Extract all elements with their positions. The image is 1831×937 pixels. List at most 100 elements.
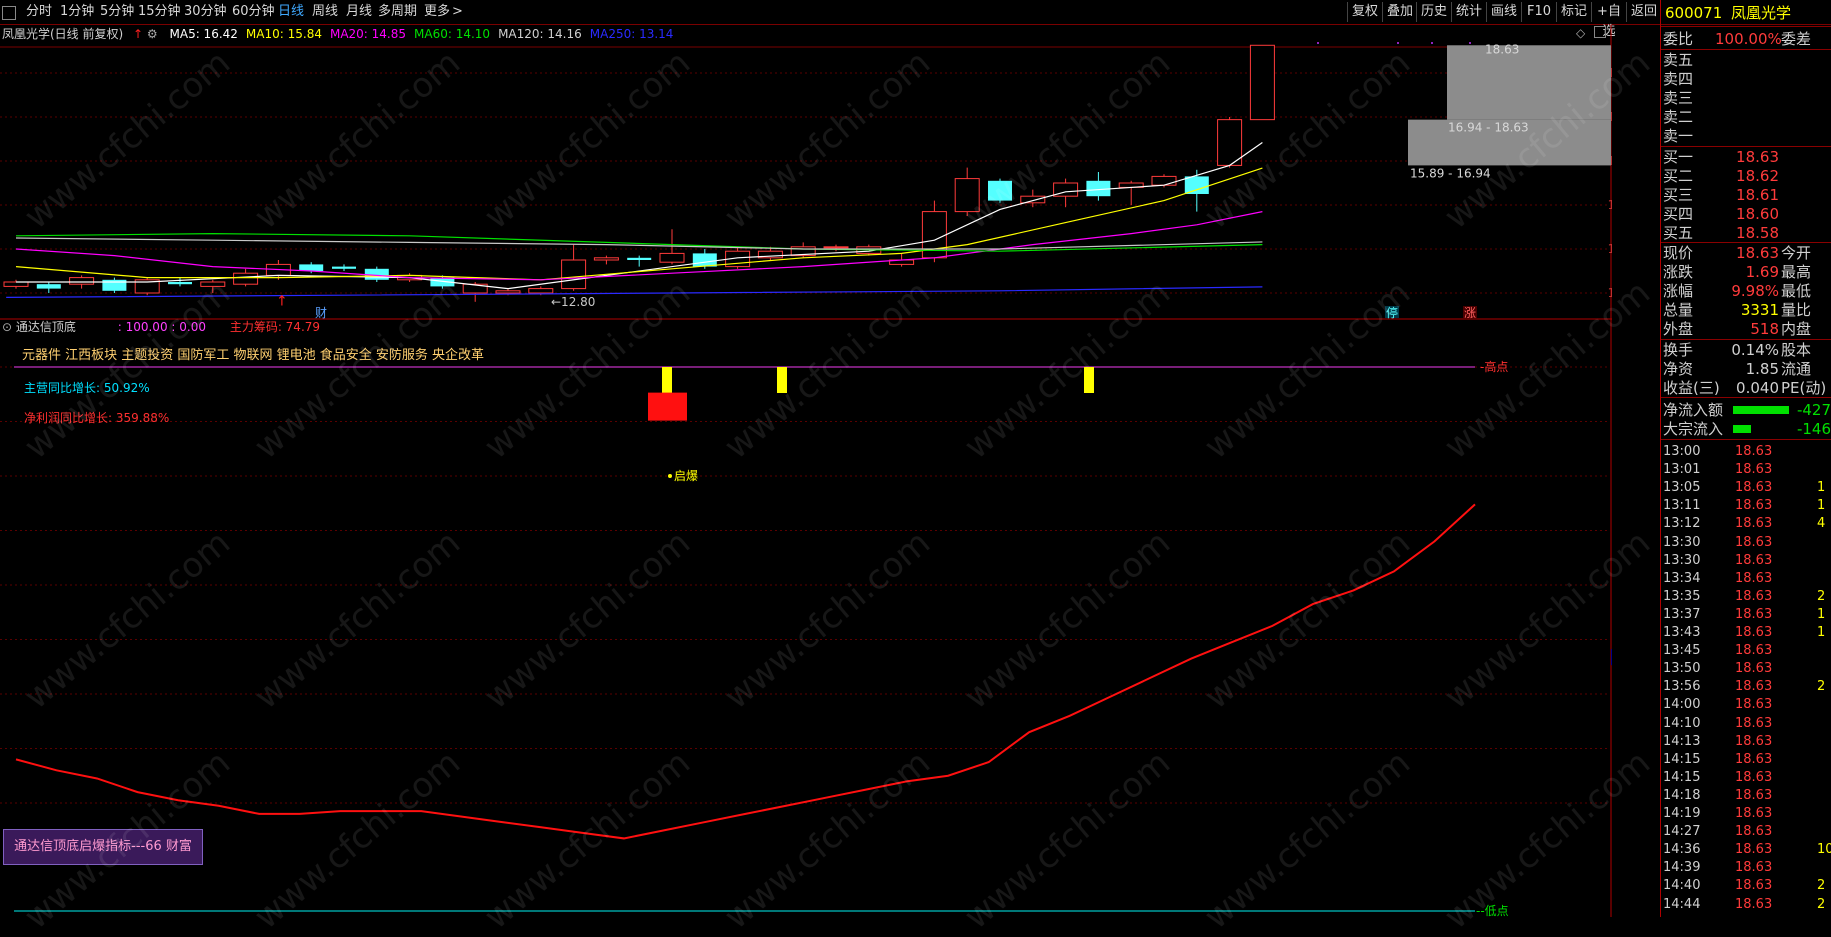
stat-label: 收益(三) xyxy=(1663,379,1720,397)
buy-level-2[interactable]: 买三 18.61 xyxy=(1663,186,1831,204)
buy-price: 18.61 xyxy=(1736,186,1779,204)
top-label: -高点 xyxy=(1480,359,1508,374)
buy-level-1[interactable]: 买二 18.62 xyxy=(1663,167,1831,185)
buy-level-3[interactable]: 买四 18.60 xyxy=(1663,205,1831,223)
tick-price: 18.63 xyxy=(1735,498,1773,514)
candle-up xyxy=(200,281,226,287)
tick-row: 14:15 18.63 xyxy=(1663,751,1831,769)
red-signal-block xyxy=(648,392,687,421)
tick-time: 13:56 xyxy=(1663,679,1701,695)
sell-level-1[interactable]: 卖四 xyxy=(1663,70,1693,88)
tick-price: 18.63 xyxy=(1735,733,1773,749)
indicator-banner[interactable]: 通达信顶底启爆指标---66 财富 xyxy=(3,829,203,865)
stat-value: 0.040 xyxy=(1736,379,1779,397)
tab-period-6[interactable]: 日线 xyxy=(278,3,304,21)
tick-row: 13:30 18.63 xyxy=(1663,552,1831,570)
up-arrow-icon: ↑ xyxy=(133,27,144,41)
candle-up xyxy=(1151,175,1177,186)
tick-volume: 1 xyxy=(1817,480,1826,496)
tick-price: 18.63 xyxy=(1735,516,1773,532)
indicator-line xyxy=(15,503,1476,840)
buy-level-0[interactable]: 买一 18.63 xyxy=(1663,148,1831,166)
revenue-growth: 主营同比增长: 50.92% xyxy=(24,381,150,395)
stat-value: 518 xyxy=(1750,320,1779,338)
tick-row: 14:44 18.63 2 xyxy=(1663,896,1831,914)
tab-period-9[interactable]: 多周期 xyxy=(378,3,417,21)
candle-down xyxy=(1184,176,1209,194)
tick-volume: 2 xyxy=(1817,878,1826,894)
tick-time: 14:10 xyxy=(1663,715,1701,731)
main-chart-title: 凤凰光学(日线 前复权) ↑ ⚙ MA5: 16.42 MA10: 15.84 MA… xyxy=(2,26,673,42)
top-signal-bar xyxy=(1084,367,1094,393)
toolbar-button-8[interactable]: 返回 xyxy=(1626,2,1661,22)
tick-row: 13:50 18.63 xyxy=(1663,660,1831,678)
buy-price: 18.58 xyxy=(1736,224,1779,242)
tab-period-7[interactable]: 周线 xyxy=(312,3,338,21)
flow-label: 净流入额 xyxy=(1663,401,1724,419)
stat-row: 外盘 518 内盘 xyxy=(1663,320,1831,338)
sell-level-3[interactable]: 卖二 xyxy=(1663,108,1693,126)
tab-period-0[interactable]: 分时 xyxy=(26,3,52,21)
stat-label-right: 量比 xyxy=(1781,301,1812,319)
toolbar-button-4[interactable]: 画线 xyxy=(1486,2,1521,22)
tick-price: 18.63 xyxy=(1735,625,1773,640)
maximize-icon[interactable] xyxy=(1594,26,1606,38)
stat-row: 涨幅 9.98% 最低 xyxy=(1663,282,1831,300)
candle-up xyxy=(593,257,619,261)
buy-label: 买四 xyxy=(1663,205,1694,223)
candle-down xyxy=(299,264,324,271)
ma250-line xyxy=(6,286,1263,298)
toolbar-button-7[interactable]: +自选 xyxy=(1591,2,1626,39)
candle-up xyxy=(954,178,980,213)
tab-period-4[interactable]: 30分钟 xyxy=(184,3,227,21)
tick-time: 14:27 xyxy=(1663,824,1701,840)
diamond-icon[interactable]: ◇ xyxy=(1576,26,1585,40)
marker-zhang[interactable]: 涨 xyxy=(1464,305,1476,320)
marker-cai[interactable]: 财 xyxy=(315,306,327,320)
toolbar-button-5[interactable]: F10 xyxy=(1521,2,1556,22)
stat-label-right: 最高 xyxy=(1781,263,1812,281)
marker-ting[interactable]: 停 xyxy=(1386,305,1398,320)
stat-label-right: 内盘 xyxy=(1781,320,1812,338)
toolbar-button-2[interactable]: 历史 xyxy=(1416,2,1451,22)
toolbar-button-6[interactable]: 标记 xyxy=(1556,2,1591,22)
collapse-icon[interactable]: ⊙ xyxy=(2,320,12,334)
sector-list: 元器件 江西板块 主题投资 国防军工 物联网 锂电池 食品安全 安防服务 央企改… xyxy=(22,348,485,363)
tick-row: 13:37 18.63 1 xyxy=(1663,606,1831,624)
tick-time: 13:30 xyxy=(1663,552,1701,568)
high-annotation: 18.63 xyxy=(1485,42,1519,56)
sell-level-4[interactable]: 卖一 xyxy=(1663,127,1693,145)
flow-row: 净流入额 -427 xyxy=(1663,401,1831,419)
candle-down xyxy=(627,257,652,260)
tick-price: 18.63 xyxy=(1735,480,1773,496)
stat-label: 涨跌 xyxy=(1663,263,1694,281)
buy-price: 18.63 xyxy=(1736,148,1779,166)
tab-period-1[interactable]: 1分钟 xyxy=(60,3,94,21)
candle-up xyxy=(233,272,259,285)
tick-row: 13:56 18.63 2 xyxy=(1663,678,1831,696)
tab-period-8[interactable]: 月线 xyxy=(346,3,372,21)
indicator-name[interactable]: 通达信顶底 xyxy=(16,320,76,334)
settings-icon[interactable]: ⚙ xyxy=(147,27,158,41)
buy-price: 18.62 xyxy=(1736,167,1779,185)
tick-row: 13:30 18.63 xyxy=(1663,534,1831,552)
sell-level-2[interactable]: 卖三 xyxy=(1663,89,1693,107)
candle-up xyxy=(495,290,521,294)
toolbar-button-1[interactable]: 叠加 xyxy=(1382,2,1417,22)
tab-period-2[interactable]: 5分钟 xyxy=(100,3,134,21)
buy-level-4[interactable]: 买五 18.58 xyxy=(1663,224,1831,242)
tick-row: 14:40 18.63 2 xyxy=(1663,877,1831,895)
toolbar-button-0[interactable]: 复权 xyxy=(1347,2,1382,22)
tab-period-3[interactable]: 15分钟 xyxy=(138,3,181,21)
ma-label-3: MA60: 14.10 xyxy=(414,27,491,41)
tick-time: 13:11 xyxy=(1663,498,1701,514)
toolbar-button-3[interactable]: 统计 xyxy=(1451,2,1486,22)
stat-label-right: 最低 xyxy=(1781,282,1812,300)
tab-period-5[interactable]: 60分钟 xyxy=(232,3,275,21)
tab-period-10[interactable]: 更多 > xyxy=(424,3,463,21)
weibi-value: 100.00% xyxy=(1715,30,1782,48)
sell-level-0[interactable]: 卖五 xyxy=(1663,51,1693,69)
menu-icon[interactable] xyxy=(2,6,16,20)
tick-price: 18.63 xyxy=(1735,787,1773,803)
tick-price: 18.63 xyxy=(1735,534,1773,550)
